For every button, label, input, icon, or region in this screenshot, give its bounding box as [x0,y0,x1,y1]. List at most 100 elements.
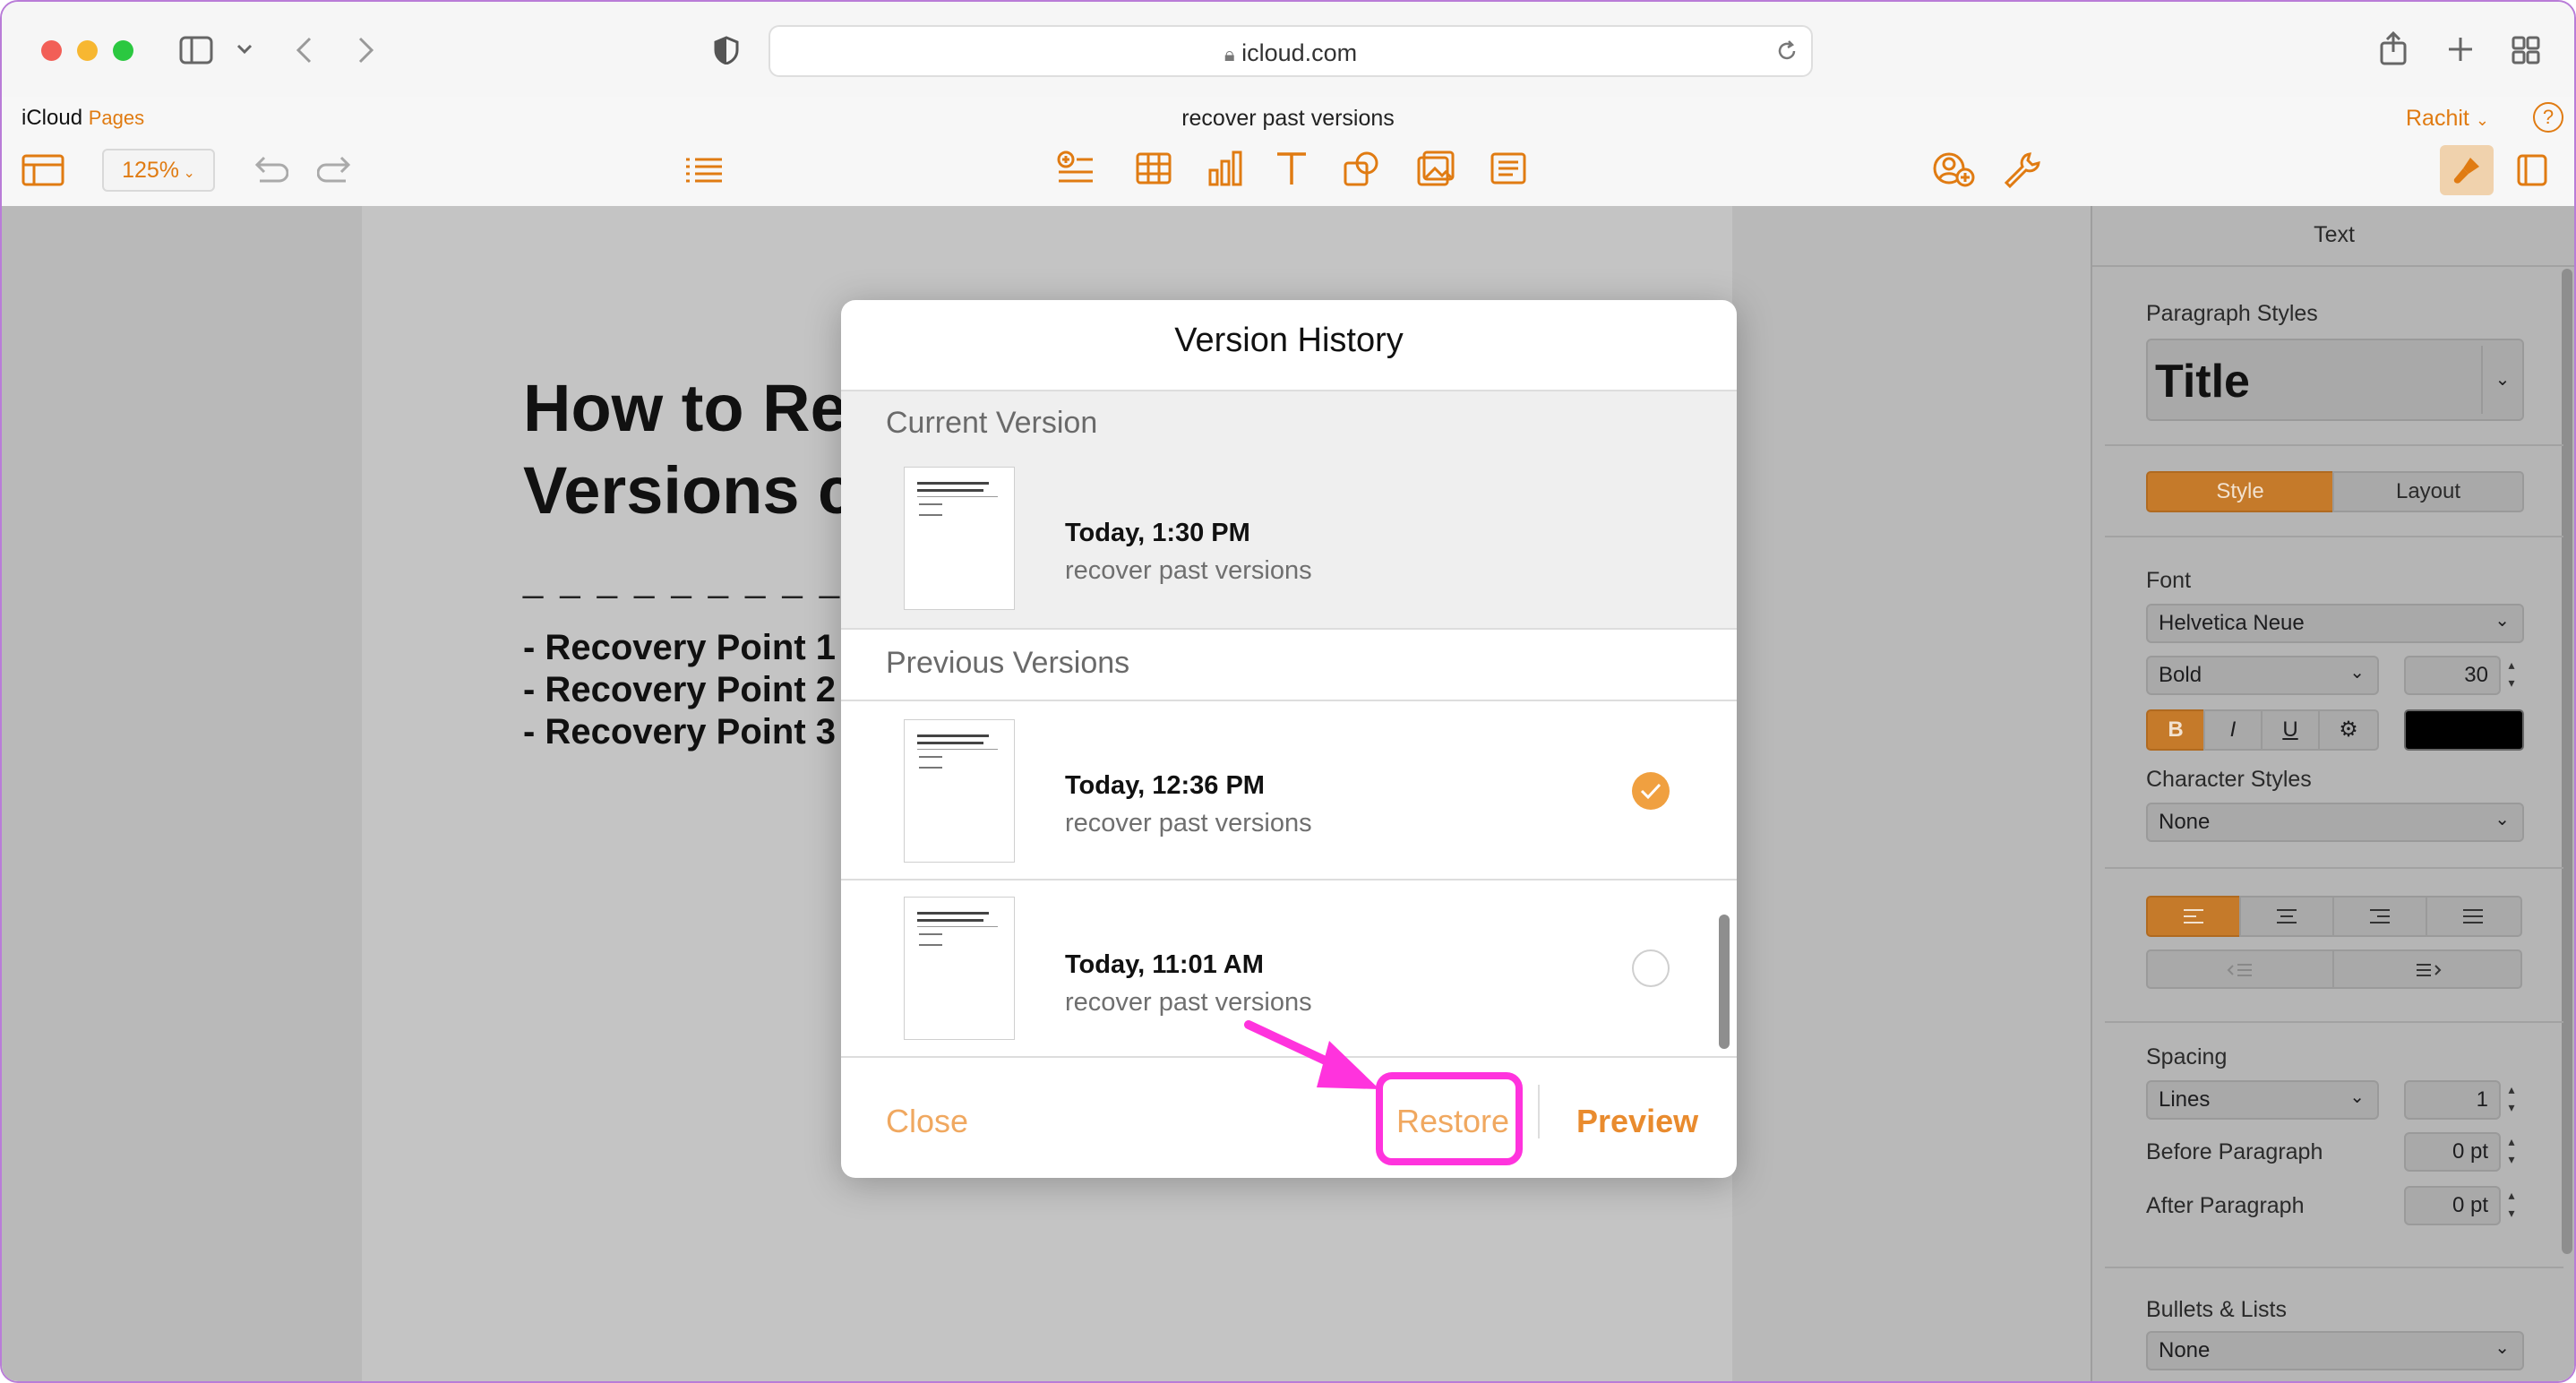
paragraph-styles-label: Paragraph Styles [2146,301,2318,326]
sidebar-scrollbar[interactable] [2562,269,2572,1254]
bullets-select[interactable]: None ⌄ [2146,1331,2524,1370]
font-label: Font [2146,568,2192,593]
tab-style[interactable]: Style [2146,471,2334,512]
spacing-stepper[interactable]: ▴ ▾ [2503,1080,2520,1116]
privacy-shield-icon[interactable] [714,36,739,64]
reload-icon[interactable] [1775,39,1799,63]
restore-button[interactable]: Restore [1396,1103,1509,1140]
pages-toolbar: iCloud Pages recover past versions Rachi… [2,97,2574,208]
shape-icon[interactable] [1344,150,1379,186]
divider [841,628,1737,630]
back-icon[interactable] [294,36,313,64]
chevron-down-icon: ⌄ [2494,611,2510,631]
arrow-annotation [1244,1020,1379,1089]
help-button[interactable]: ? [2533,102,2563,133]
paragraph-style-select[interactable]: Title ⌄ [2146,339,2524,421]
view-icon[interactable] [21,154,64,186]
spacing-mode-select[interactable]: Lines ⌄ [2146,1080,2379,1120]
font-size-field[interactable]: 30 [2404,656,2501,695]
sidebar-toggle-icon[interactable] [179,36,213,64]
document-list[interactable]: - Recovery Point 1 - Recovery Point 2 - … [523,627,836,753]
dialog-title: Version History [1174,322,1404,359]
bullets-value: None [2159,1338,2211,1362]
list-icon[interactable] [684,156,724,185]
share-icon[interactable] [2379,30,2408,66]
character-style-select[interactable]: None ⌄ [2146,803,2524,842]
font-weight-select[interactable]: Bold ⌄ [2146,656,2379,695]
underline-button[interactable]: U [2261,709,2320,751]
increase-indent-button[interactable] [2332,949,2522,989]
close-window-button[interactable] [41,40,62,61]
before-paragraph-label: Before Paragraph [2146,1139,2323,1164]
after-paragraph-stepper[interactable]: ▴ ▾ [2503,1186,2520,1222]
version-thumbnail [904,897,1015,1040]
font-size-stepper[interactable]: ▴ ▾ [2503,656,2520,692]
text-box-icon[interactable] [1275,150,1308,186]
collaborate-icon[interactable] [1933,150,1976,188]
decrease-indent-button[interactable] [2146,949,2334,989]
preview-button[interactable]: Preview [1576,1103,1698,1140]
spacing-value-field[interactable]: 1 [2404,1080,2501,1120]
user-menu[interactable]: Rachit ⌄ [2406,106,2489,132]
selected-checkmark-icon[interactable] [1631,771,1670,811]
browser-toolbar: 🔒︎ icloud.com [2,2,2574,98]
text-options-button[interactable]: ⚙︎ [2318,709,2379,751]
align-right-button[interactable] [2332,896,2427,937]
divider [2105,1021,2563,1023]
version-row[interactable]: Today, 12:36 PM recover past versions [841,701,1737,879]
current-version-label: Current Version [886,406,1098,440]
divider [2105,444,2563,446]
redo-icon[interactable] [317,154,356,185]
version-name: recover past versions [1065,809,1312,838]
bold-button[interactable]: B [2146,709,2205,751]
unselected-radio-icon[interactable] [1631,949,1670,988]
bullets-lists-label: Bullets & Lists [2146,1297,2288,1322]
justify-icon [2463,909,2483,923]
chevron-down-icon[interactable] [236,43,253,56]
media-icon[interactable] [1417,150,1455,186]
chevron-down-icon: ⌄ [2494,1338,2510,1358]
align-center-button[interactable] [2239,896,2334,937]
spacing-mode-value: Lines [2159,1087,2211,1112]
text-color-well[interactable] [2404,709,2524,751]
format-sidebar: Text Paragraph Styles Title ⌄ Style Layo… [2091,206,2574,1381]
after-paragraph-label: After Paragraph [2146,1193,2305,1218]
font-weight-value: Bold [2159,663,2202,687]
chevron-down-icon: ⌄ [2481,346,2522,414]
justify-button[interactable] [2426,896,2522,937]
table-icon[interactable] [1136,152,1172,185]
font-family-select[interactable]: Helvetica Neue ⌄ [2146,604,2524,643]
minimize-window-button[interactable] [77,40,98,61]
align-right-icon [2370,909,2390,923]
after-paragraph-field[interactable]: 0 pt [2404,1186,2501,1225]
document-title: recover past versions [1181,106,1395,131]
list-item: - Recovery Point 3 [523,712,837,752]
version-thumbnail [904,719,1015,863]
undo-icon[interactable] [249,154,288,185]
before-paragraph-field[interactable]: 0 pt [2404,1132,2501,1172]
chart-icon[interactable] [1207,150,1243,186]
zoom-window-button[interactable] [113,40,133,61]
format-button[interactable] [2440,145,2494,195]
before-paragraph-stepper[interactable]: ▴ ▾ [2503,1132,2520,1168]
align-left-button[interactable] [2146,896,2241,937]
insert-icon[interactable] [1057,150,1095,186]
zoom-select[interactable]: 125% ⌄ [102,149,215,192]
versions-scrollbar[interactable] [1719,915,1730,1049]
document-setup-icon[interactable] [2517,154,2547,186]
current-version-section: Current Version Today, 1:30 PM recover p… [841,391,1737,628]
comment-icon[interactable] [1490,152,1526,185]
browser-window: 🔒︎ icloud.com iCloud Pages recover past … [0,0,2576,1383]
zoom-value: 125% [122,158,180,183]
url-display: 🔒︎ icloud.com [770,39,1811,67]
tab-layout[interactable]: Layout [2332,471,2524,512]
outdent-icon [2227,964,2252,976]
document-heading[interactable]: How to Re Versions c [523,367,854,532]
forward-icon[interactable] [356,36,376,64]
new-tab-icon[interactable] [2447,36,2474,63]
address-bar[interactable]: 🔒︎ icloud.com [769,25,1813,77]
italic-button[interactable]: I [2203,709,2263,751]
wrench-icon[interactable] [2003,150,2040,188]
tab-overview-icon[interactable] [2512,36,2540,64]
close-button[interactable]: Close [886,1103,968,1140]
